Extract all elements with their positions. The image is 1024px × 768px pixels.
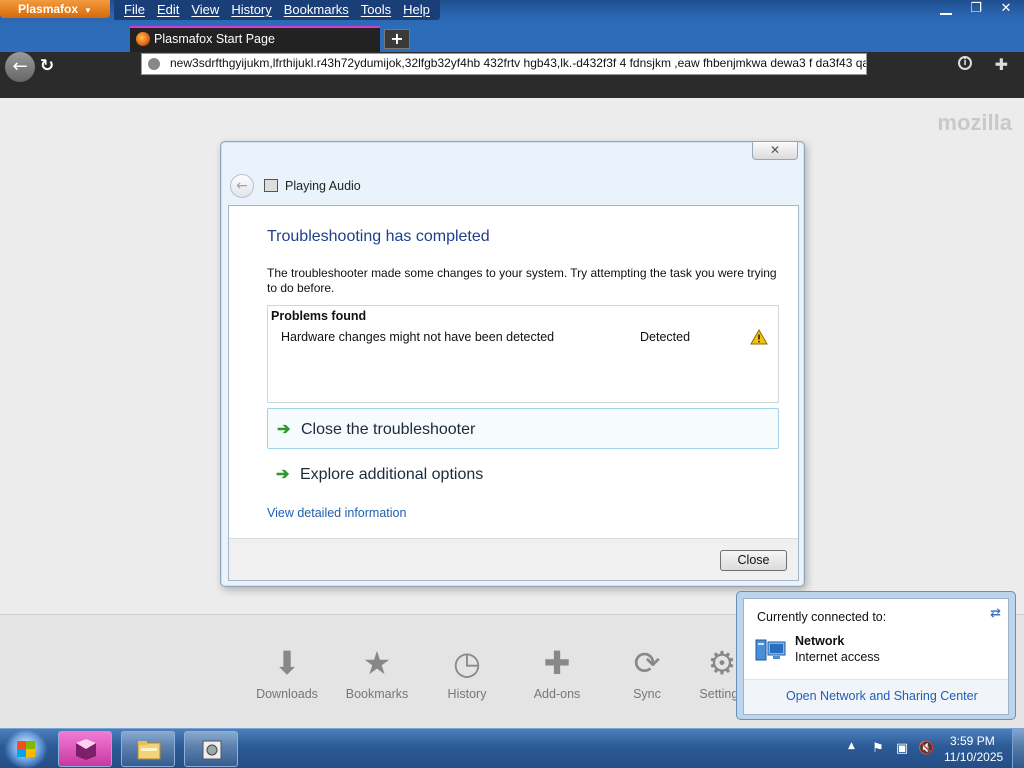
network-name: Network [795,634,845,648]
start-button[interactable] [4,730,48,768]
network-flyout: Currently connected to: ⇄ Network Intern… [736,591,1016,720]
browser-app-icon [76,739,96,760]
minimize-button[interactable] [940,5,952,15]
star-icon: ★ [362,645,392,681]
view-details-link[interactable]: View detailed information [267,506,406,520]
launcher-label: Bookmarks [345,687,409,701]
navigation-bar: ← ↻ new3sdrfthgyijukm,lfrthijukl.r43h72y… [0,52,1024,98]
back-arrow-icon[interactable]: ← [230,174,254,198]
dialog-heading: Troubleshooting has completed [267,228,490,245]
menu-bar: File Edit View History Bookmarks Tools H… [114,0,440,20]
refresh-icon[interactable]: ⇄ [990,606,1001,621]
dialog-description: The troubleshooter made some changes to … [267,266,777,295]
new-tab-button[interactable]: + [384,29,410,49]
launcher-label: History [447,687,487,701]
folder-icon [137,741,161,760]
close-troubleshooter-label: Close the troubleshooter [301,421,476,438]
problem-status: Detected [640,330,691,344]
tab-start-page[interactable]: Plasmafox Start Page [130,26,380,52]
title-bar: Plasmafox ▼ File Edit View History Bookma… [0,0,1024,26]
launcher-downloads[interactable]: ⬇ Downloads [242,643,332,701]
menu-history[interactable]: History [225,0,277,20]
launcher-bookmarks[interactable]: ★ Bookmarks [332,643,422,701]
menu-tools[interactable]: Tools [355,0,397,20]
windows-logo-icon [17,741,35,757]
launcher-label: Downloads [256,687,318,701]
taskbar-explorer-button[interactable] [121,731,175,767]
problem-row: Hardware changes might not have been det… [268,328,778,348]
reload-button[interactable]: ↻ [36,54,58,78]
clock-icon: ◷ [453,645,481,681]
network-flyout-panel: Currently connected to: ⇄ Network Intern… [743,598,1009,715]
green-arrow-icon: ➔ [276,466,290,483]
puzzle-icon: ✚ [543,645,571,681]
problems-list: Problems found Hardware changes might no… [267,305,779,403]
maximize-button[interactable]: ❐ [962,0,990,18]
menu-file[interactable]: File [118,0,151,20]
connected-caption: Currently connected to: [757,610,887,624]
globe-icon [148,58,160,70]
launcher-history[interactable]: ◷ History [422,643,512,701]
dialog-title: Playing Audio [285,179,361,193]
network-status: Internet access [795,650,880,664]
warning-icon [750,329,768,345]
show-desktop-button[interactable] [1012,729,1024,768]
clock-date[interactable]: 11/10/2025 [944,750,1003,764]
sync-icon: ⟳ [633,645,661,681]
puzzle-icon[interactable]: ✚ [995,55,1008,74]
close-button[interactable]: Close [720,550,787,571]
menu-bookmarks[interactable]: Bookmarks [278,0,355,20]
url-bar[interactable]: new3sdrfthgyijukm,lfrthijukl.r43h72ydumi… [141,53,867,75]
launcher-addons[interactable]: ✚ Add-ons [512,643,602,701]
taskbar-troubleshooter-button[interactable] [184,731,238,767]
network-icon [755,639,786,661]
close-troubleshooter-link[interactable]: ➔ Close the troubleshooter [267,408,779,449]
window-controls: ❐ ✕ [932,0,1020,18]
problems-header: Problems found [271,309,367,323]
green-arrow-icon: ➔ [277,421,291,438]
menu-edit[interactable]: Edit [151,0,185,20]
chevron-down-icon: ▼ [84,6,92,15]
speaker-icon [264,179,278,192]
troubleshooter-app-icon [202,740,222,760]
tab-strip: Plasmafox Start Page + [0,26,1024,52]
taskbar-browser-button[interactable] [58,731,112,767]
explore-options-label: Explore additional options [300,466,484,483]
browser-favicon-icon [136,32,150,46]
launcher-sync[interactable]: ⟳ Sync [602,643,692,701]
problem-name: Hardware changes might not have been det… [281,330,555,344]
action-center-icon[interactable]: ⚑ [870,741,886,757]
download-icon: ⬇ [273,645,301,681]
launcher-label: Add-ons [533,687,581,701]
menu-view[interactable]: View [185,0,225,20]
network-sharing-center-link[interactable]: Open Network and Sharing Center [786,689,978,703]
system-tray: ▲ ⚑ ▣ 🔇 3:59 PM 11/10/2025 [834,729,1024,768]
troubleshooter-dialog: ✕ ← Playing Audio Troubleshooting has co… [220,141,805,587]
taskbar: ▲ ⚑ ▣ 🔇 3:59 PM 11/10/2025 [0,728,1024,768]
brand-logo: mozilla [937,110,1012,135]
back-button[interactable]: ← [5,52,35,82]
launcher-label: Sync [633,687,661,701]
flyout-footer: Open Network and Sharing Center [744,679,1008,714]
info-icon[interactable]: i [958,56,972,70]
app-menu-button[interactable]: Plasmafox ▼ [0,0,110,18]
network-tray-icon[interactable]: ▣ [894,741,910,757]
tray-expand-icon[interactable]: ▲ [848,741,855,751]
menu-help[interactable]: Help [397,0,436,20]
url-text: new3sdrfthgyijukm,lfrthijukl.r43h72ydumi… [170,56,867,70]
dialog-body: Troubleshooting has completed The troubl… [228,205,799,581]
tab-title: Plasmafox Start Page [154,32,275,46]
clock-time[interactable]: 3:59 PM [950,734,995,748]
dialog-footer: Close [229,538,798,580]
explore-options-link[interactable]: ➔ Explore additional options [267,454,779,495]
app-menu-label: Plasmafox [18,2,79,16]
window-close-button[interactable]: ✕ [992,0,1020,18]
volume-muted-icon[interactable]: 🔇 [918,741,934,757]
dialog-close-x-button[interactable]: ✕ [752,142,798,160]
